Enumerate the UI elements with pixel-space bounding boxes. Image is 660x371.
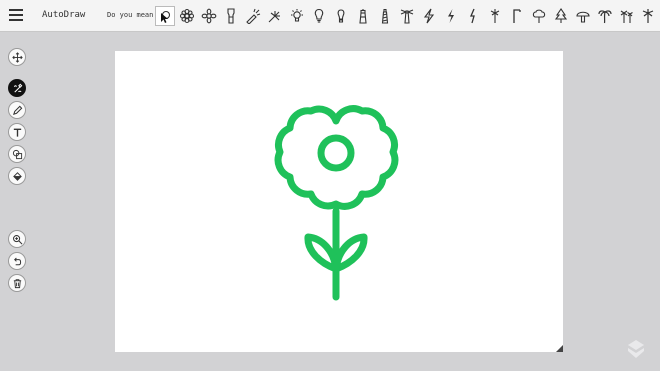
suggestion-flashlight-beam[interactable] xyxy=(243,6,263,26)
draw-tool[interactable] xyxy=(8,101,26,119)
drawing-canvas[interactable] xyxy=(115,51,563,352)
canvas-resize-handle[interactable] xyxy=(556,345,563,352)
delete-button[interactable] xyxy=(8,274,26,292)
suggestion-lighthouse[interactable] xyxy=(353,6,373,26)
flower-petals xyxy=(274,105,399,210)
flashlight-beam-icon xyxy=(246,8,261,24)
flashlight-icon xyxy=(227,8,235,24)
suggestion-tree-round[interactable] xyxy=(529,6,549,26)
suggestion-mushroom[interactable] xyxy=(573,6,593,26)
tree-round-icon xyxy=(532,9,546,23)
suggestion-palm-tree[interactable] xyxy=(595,6,615,26)
suggestion-light-bulb[interactable] xyxy=(309,6,329,26)
light-bulb-rays-icon xyxy=(291,9,303,22)
suggestion-palm-tree-alt[interactable] xyxy=(638,6,658,26)
light-bulb-alt-icon xyxy=(337,9,345,23)
tree-pine-icon xyxy=(554,8,568,23)
flower-leaf-right xyxy=(332,233,368,273)
move-icon xyxy=(11,51,23,63)
lighthouse-striped-icon xyxy=(381,8,389,24)
move-tool[interactable] xyxy=(8,48,26,66)
logo-watermark-icon xyxy=(628,340,644,358)
light-bulb-icon xyxy=(314,8,324,23)
shape-icon xyxy=(12,149,22,159)
top-bar: AutoDraw Do you mean: xyxy=(0,0,660,32)
delete-icon xyxy=(13,278,21,288)
shape-tool[interactable] xyxy=(8,145,26,163)
zoom-icon xyxy=(12,234,22,244)
suggestion-lightning-bolt-alt[interactable] xyxy=(441,6,461,26)
draw-icon xyxy=(12,105,22,115)
street-lamp-icon xyxy=(513,9,521,23)
flower-outline-icon xyxy=(201,8,217,24)
suggestion-cursor-doodle[interactable] xyxy=(155,6,175,26)
flower-center xyxy=(317,134,355,172)
fill-tool[interactable] xyxy=(8,167,26,185)
suggestion-lighthouse-striped[interactable] xyxy=(375,6,395,26)
suggestion-tree-pine[interactable] xyxy=(551,6,571,26)
palm-tree-alt-icon xyxy=(642,9,654,23)
suggestion-light-bulb-alt[interactable] xyxy=(331,6,351,26)
sparkler-icon xyxy=(268,11,280,23)
flower-leaf-left xyxy=(304,233,340,273)
suggestion-palm-sprout[interactable] xyxy=(485,6,505,26)
flower-icon xyxy=(179,8,195,24)
suggestion-street-lamp[interactable] xyxy=(507,6,527,26)
suggestion-light-bulb-rays[interactable] xyxy=(287,6,307,26)
undo-button[interactable] xyxy=(8,252,26,270)
palm-trees-icon xyxy=(620,10,633,23)
suggestion-lighthouse-beam[interactable] xyxy=(397,6,417,26)
lighthouse-icon xyxy=(359,9,367,24)
app-title: AutoDraw xyxy=(42,10,86,20)
lightning-bolt-icon xyxy=(423,8,435,24)
suggestion-flower[interactable] xyxy=(177,6,197,26)
suggestion-flashlight[interactable] xyxy=(221,6,241,26)
palm-sprout-icon xyxy=(490,9,500,23)
suggestion-sparkler[interactable] xyxy=(265,6,285,26)
zoom-tool[interactable] xyxy=(8,230,26,248)
autodraw-tool[interactable] xyxy=(8,79,26,97)
type-icon xyxy=(13,128,21,137)
suggestion-lightning-bolt-thin[interactable] xyxy=(463,6,483,26)
type-tool[interactable] xyxy=(8,123,26,141)
suggestion-lightning-bolt[interactable] xyxy=(419,6,439,26)
undo-icon xyxy=(13,257,21,265)
suggestion-flower-outline[interactable] xyxy=(199,6,219,26)
fill-icon xyxy=(12,171,22,181)
palm-tree-icon xyxy=(598,10,612,24)
menu-icon[interactable] xyxy=(9,9,23,21)
suggestion-label: Do you mean: xyxy=(107,11,158,19)
lighthouse-beam-icon xyxy=(400,9,414,24)
cursor-doodle-icon xyxy=(161,10,171,23)
lightning-bolt-thin-icon xyxy=(470,8,475,24)
lightning-bolt-alt-icon xyxy=(448,9,454,23)
mushroom-icon xyxy=(576,11,590,23)
suggestion-palm-trees[interactable] xyxy=(617,6,637,26)
flower-drawing xyxy=(274,105,399,301)
autodraw-icon xyxy=(13,83,22,93)
